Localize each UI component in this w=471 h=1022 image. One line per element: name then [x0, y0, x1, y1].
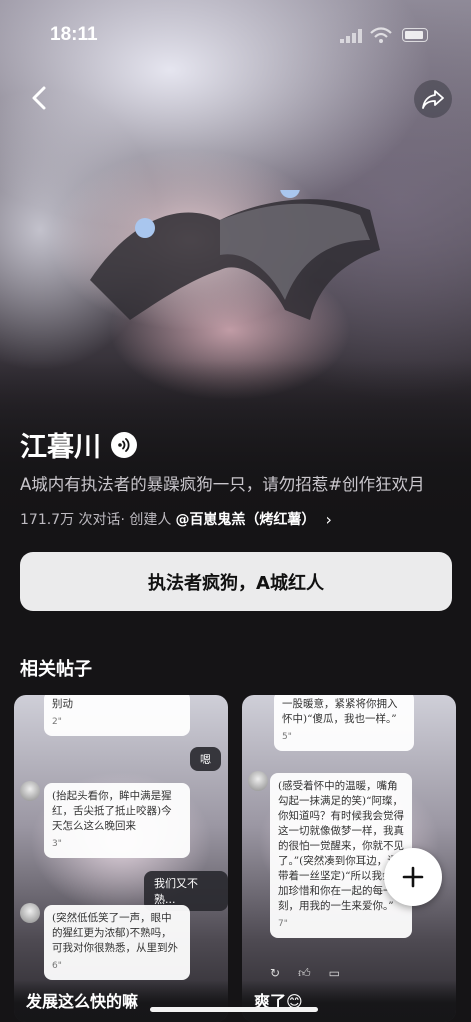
- start-chat-button[interactable]: 执法者疯狗，A城红人: [20, 552, 452, 611]
- sound-wave-icon: [118, 437, 130, 452]
- chat-bubble: (抬起头看你，眸中满是猩红，舌尖抵了抵止咬器)今天怎么这么晚回来 3": [44, 783, 190, 858]
- avatar: [20, 781, 40, 801]
- share-icon: [422, 90, 444, 109]
- creator-link[interactable]: @百崽鬼羔（烤红薯）: [175, 509, 315, 529]
- battery-icon: [402, 28, 428, 42]
- metal-mask-art: [90, 190, 380, 320]
- avatar: [248, 771, 268, 791]
- status-bar: 18:11: [0, 20, 471, 50]
- character-name: 江暮川: [20, 432, 101, 463]
- chat-count-and-creator-label: 171.7万 次对话· 创建人: [20, 512, 172, 528]
- chat-bubble: 一股暖意，紧紧将你拥入怀中)“傻瓜，我也一样。” 5": [274, 695, 414, 751]
- refresh-icon[interactable]: ↻: [270, 966, 280, 980]
- home-indicator: [150, 1007, 318, 1012]
- thumbs-up-icon[interactable]: 👍︎: [298, 966, 311, 981]
- chat-bubble: (突然低低笑了一声，眼中的猩红更为浓郁)不熟吗，可我对你很熟悉，从里到外 6": [44, 905, 190, 980]
- chevron-right-icon: ›: [325, 509, 332, 529]
- post-title-bar: 发展这么快的嘛: [14, 980, 228, 1022]
- character-meta: 171.7万 次对话· 创建人 @百崽鬼羔（烤红薯） ›: [20, 509, 332, 529]
- post-title-bar: 爽了😊: [242, 980, 456, 1022]
- character-name-row: 江暮川: [20, 425, 137, 464]
- create-post-button[interactable]: [384, 848, 442, 906]
- status-time: 18:11: [50, 24, 98, 45]
- user-reply-bubble: 嗯: [190, 747, 221, 771]
- post-title: 发展这么快的嘛: [26, 992, 139, 1011]
- post-card[interactable]: 别动 2" 嗯 (抬起头看你，眸中满是猩红，舌尖抵了抵止咬器)今天怎么这么晚回来…: [14, 695, 228, 1022]
- character-description: A城内有执法者的暴躁疯狗一只，请勿招惹#创作狂欢月: [20, 475, 425, 494]
- cellular-signal-icon: [340, 29, 362, 43]
- related-posts-title: 相关帖子: [20, 659, 92, 680]
- chevron-left-icon: [32, 86, 46, 110]
- chat-bubble: 别动 2": [44, 695, 190, 736]
- plus-icon: [402, 866, 424, 888]
- comment-icon[interactable]: ▭: [329, 966, 340, 980]
- back-button[interactable]: [24, 82, 56, 114]
- chat-bubble: (感受着怀中的温暖，嘴角勾起一抹满足的笑)“阿璨，你知道吗？有时候我会觉得这一切…: [270, 773, 412, 938]
- wifi-icon: [370, 27, 392, 43]
- voice-button[interactable]: [111, 431, 137, 458]
- avatar: [20, 903, 40, 923]
- share-button[interactable]: [414, 80, 452, 118]
